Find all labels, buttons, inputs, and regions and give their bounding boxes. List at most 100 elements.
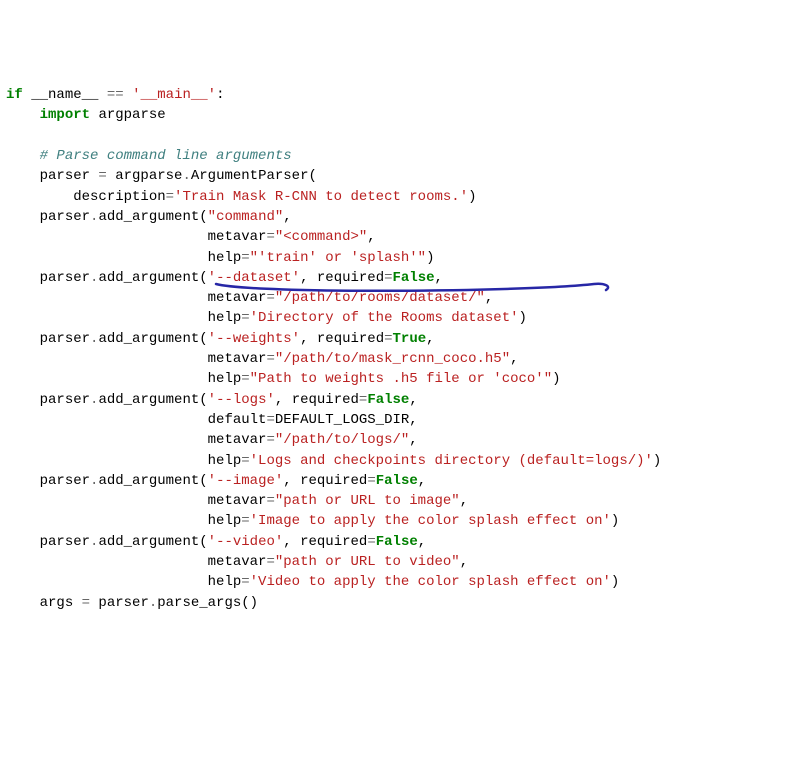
paren: ( <box>199 473 207 489</box>
str: "path or URL to video" <box>275 554 460 570</box>
code-line: default=DEFAULT_LOGS_DIR, <box>6 412 418 428</box>
mod-argparse: argparse <box>98 107 165 123</box>
op-eq: = <box>241 574 249 590</box>
obj: parser <box>40 331 90 347</box>
const: DEFAULT_LOGS_DIR <box>275 412 409 428</box>
code-line: help='Directory of the Rooms dataset') <box>6 310 527 326</box>
code-line: parser.add_argument('--image', required=… <box>6 473 426 489</box>
kwarg: help <box>208 371 242 387</box>
paren: ) <box>653 453 661 469</box>
comma: , <box>460 554 468 570</box>
code-line: help="Path to weights .h5 file or 'coco'… <box>6 371 561 387</box>
op-eq: = <box>266 432 274 448</box>
dot: . <box>182 168 190 184</box>
code-line: parser.add_argument("command", <box>6 209 292 225</box>
str: "Path to weights .h5 file or 'coco'" <box>250 371 552 387</box>
comma: , <box>426 331 434 347</box>
var-args: args <box>40 595 82 611</box>
paren: ( <box>199 209 207 225</box>
code-line: help="'train' or 'splash'") <box>6 250 435 266</box>
paren: ( <box>199 331 207 347</box>
kwarg: required <box>309 331 385 347</box>
paren: ) <box>468 189 476 205</box>
code-line: help='Image to apply the color splash ef… <box>6 513 619 529</box>
op-assign: = <box>98 168 106 184</box>
str: '--logs' <box>208 392 275 408</box>
op-eq: = <box>367 534 375 550</box>
paren: ) <box>611 574 619 590</box>
paren: ( <box>199 392 207 408</box>
code-line: parser.add_argument('--dataset', require… <box>6 270 443 286</box>
comma: , <box>409 432 417 448</box>
str: "path or URL to image" <box>275 493 460 509</box>
op-eq: = <box>266 351 274 367</box>
fn-name: parse_args <box>157 595 241 611</box>
str: "/path/to/mask_rcnn_coco.h5" <box>275 351 510 367</box>
comma: , <box>510 351 518 367</box>
obj: parser <box>40 270 90 286</box>
op-eq: == <box>107 87 124 103</box>
bool: False <box>376 473 418 489</box>
kwarg: required <box>283 392 359 408</box>
kwarg: metavar <box>208 432 267 448</box>
op-eq: = <box>384 331 392 347</box>
str: 'Train Mask R-CNN to detect rooms.' <box>174 189 468 205</box>
op-eq: = <box>241 513 249 529</box>
code-line: help='Video to apply the color splash ef… <box>6 574 619 590</box>
parens: () <box>241 595 258 611</box>
paren: ) <box>552 371 560 387</box>
comma: , <box>485 290 493 306</box>
str: 'Image to apply the color splash effect … <box>250 513 611 529</box>
colon: : <box>216 87 224 103</box>
comma: , <box>283 209 291 225</box>
fn-name: ArgumentParser <box>191 168 309 184</box>
comma: , <box>409 392 417 408</box>
comma: , <box>300 270 308 286</box>
str: 'Logs and checkpoints directory (default… <box>250 453 653 469</box>
str: 'Directory of the Rooms dataset' <box>250 310 519 326</box>
code-line: parser = argparse.ArgumentParser( <box>6 168 317 184</box>
str: "command" <box>208 209 284 225</box>
code-line: metavar="/path/to/mask_rcnn_coco.h5", <box>6 351 519 367</box>
code-line: import argparse <box>6 107 166 123</box>
paren: ( <box>308 168 316 184</box>
op-eq: = <box>166 189 174 205</box>
code-block: if __name__ == '__main__': import argpar… <box>6 85 785 613</box>
dunder-name: __name__ <box>31 87 98 103</box>
dot: . <box>149 595 157 611</box>
bool: False <box>376 534 418 550</box>
code-line: parser.add_argument('--weights', require… <box>6 331 435 347</box>
comma: , <box>418 534 426 550</box>
op-assign: = <box>82 595 90 611</box>
op-eq: = <box>241 250 249 266</box>
bool: False <box>367 392 409 408</box>
code-line: help='Logs and checkpoints directory (de… <box>6 453 661 469</box>
kwarg: metavar <box>208 554 267 570</box>
str: "/path/to/logs/" <box>275 432 409 448</box>
kw-if: if <box>6 87 23 103</box>
code-line: metavar="/path/to/logs/", <box>6 432 418 448</box>
str-main: '__main__' <box>132 87 216 103</box>
kw-import: import <box>40 107 90 123</box>
code-line: description='Train Mask R-CNN to detect … <box>6 189 477 205</box>
comma: , <box>283 473 291 489</box>
str: "'train' or 'splash'" <box>250 250 426 266</box>
kwarg: default <box>208 412 267 428</box>
comment: # Parse command line arguments <box>40 148 292 164</box>
fn-name: add_argument <box>98 331 199 347</box>
code-line: metavar="path or URL to video", <box>6 554 468 570</box>
code-line: parser.add_argument('--video', required=… <box>6 534 426 550</box>
kwarg: metavar <box>208 290 267 306</box>
comma: , <box>418 473 426 489</box>
str: '--weights' <box>208 331 300 347</box>
bool: False <box>393 270 435 286</box>
kwarg: metavar <box>208 493 267 509</box>
op-eq: = <box>266 229 274 245</box>
kwarg: help <box>208 310 242 326</box>
comma: , <box>367 229 375 245</box>
kwarg: help <box>208 250 242 266</box>
mod-ref: argparse <box>107 168 183 184</box>
obj: parser <box>90 595 149 611</box>
kwarg: metavar <box>208 351 267 367</box>
paren: ( <box>199 270 207 286</box>
